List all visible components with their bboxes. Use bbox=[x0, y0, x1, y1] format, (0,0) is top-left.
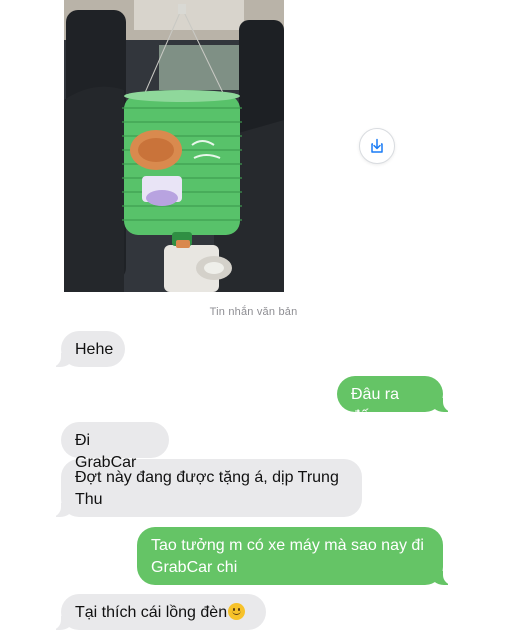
smiling-face-emoji-icon bbox=[228, 603, 246, 620]
message-bubble-incoming[interactable]: Hehe bbox=[51, 331, 125, 367]
message-text: Đi GrabCar bbox=[75, 432, 137, 471]
save-image-button[interactable] bbox=[359, 128, 395, 164]
message-text: Đâu ra đấy bbox=[351, 386, 400, 425]
message-bubble-incoming[interactable]: Tại thích cái lồng đèn bbox=[51, 594, 266, 630]
save-download-icon bbox=[371, 138, 383, 153]
message-text: Tại thích cái lồng đèn bbox=[75, 604, 228, 621]
conversation-timestamp: Tin nhắn văn bản bbox=[209, 306, 298, 318]
message-bubble-outgoing[interactable]: Tao tưởng m có xe máy mà sao nay đi Grab… bbox=[137, 527, 453, 585]
lantern-photo bbox=[64, 0, 284, 292]
message-bubble-incoming[interactable]: Đi GrabCar bbox=[61, 422, 169, 471]
image-attachment[interactable] bbox=[64, 0, 284, 292]
message-text: Tao tưởng m có xe máy mà sao nay đi Grab… bbox=[151, 537, 424, 576]
lantern bbox=[122, 90, 242, 248]
message-text: Hehe bbox=[75, 341, 114, 358]
message-text: Đợt này đang được tặng á, dịp Trung Thu bbox=[75, 469, 339, 508]
message-bubble-outgoing[interactable]: Đâu ra đấy bbox=[337, 376, 453, 425]
